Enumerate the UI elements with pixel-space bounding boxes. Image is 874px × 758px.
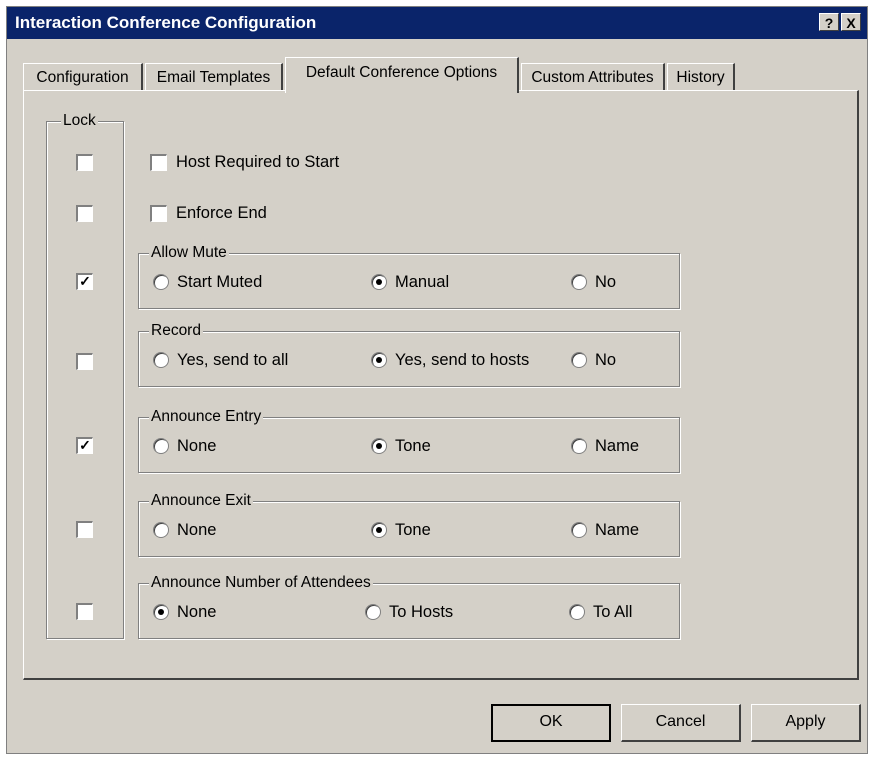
radio-label: To Hosts xyxy=(389,603,454,621)
tab-email-templates[interactable]: Email Templates xyxy=(145,63,283,91)
radio-button[interactable] xyxy=(571,522,587,538)
radio-button[interactable] xyxy=(153,522,169,538)
lock-legend: Lock xyxy=(61,112,98,130)
radio-selected-dot xyxy=(158,609,164,615)
radio-group: Announce Number of Attendees None To Hosts… xyxy=(138,574,680,639)
radio-label: None xyxy=(177,603,217,621)
close-icon[interactable]: X xyxy=(841,13,861,31)
radio-selected-dot xyxy=(376,357,382,363)
radio-label: Tone xyxy=(395,437,431,455)
dialog-window: Interaction Conference Configuration ? X… xyxy=(6,6,868,754)
radio-button[interactable] xyxy=(365,604,381,620)
radio-group: Allow Mute Start Muted Manual No xyxy=(138,244,680,309)
cancel-button[interactable]: Cancel xyxy=(621,704,741,742)
radio-group-legend: Announce Number of Attendees xyxy=(149,574,373,592)
radio-button[interactable] xyxy=(571,274,587,290)
radio-button[interactable] xyxy=(571,438,587,454)
radio-button[interactable] xyxy=(569,604,585,620)
radio-label: Start Muted xyxy=(177,273,263,291)
radio-group-legend: Announce Exit xyxy=(149,492,253,510)
window-title: Interaction Conference Configuration xyxy=(15,13,317,32)
radio-group: Record Yes, send to all Yes, send to hosts… xyxy=(138,322,680,387)
radio-group-legend: Record xyxy=(149,322,203,340)
tab-configuration[interactable]: Configuration xyxy=(23,63,143,91)
tab-panel: Lock ✓ ✓ Host Required to Start Enforce E… xyxy=(23,90,859,680)
radio-button[interactable] xyxy=(153,352,169,368)
radio-label: No xyxy=(595,351,617,369)
apply-button[interactable]: Apply xyxy=(751,704,861,742)
lock-checkbox[interactable] xyxy=(76,353,93,370)
radio-label: None xyxy=(177,437,217,455)
radio-group: Announce Exit None Tone Name xyxy=(138,492,680,557)
radio-group-legend: Announce Entry xyxy=(149,408,264,426)
radio-label: Yes, send to hosts xyxy=(395,351,530,369)
lock-checkbox[interactable] xyxy=(76,521,93,538)
lock-checkbox[interactable] xyxy=(76,154,93,171)
lock-checkbox[interactable] xyxy=(76,205,93,222)
radio-button[interactable] xyxy=(153,438,169,454)
radio-label: None xyxy=(177,521,217,539)
radio-label: Tone xyxy=(395,521,431,539)
radio-button[interactable] xyxy=(571,352,587,368)
lock-group: Lock xyxy=(46,112,124,639)
radio-label: Name xyxy=(595,521,640,539)
radio-button[interactable] xyxy=(153,274,169,290)
ok-button[interactable]: OK xyxy=(491,704,611,742)
radio-label: To All xyxy=(593,603,633,621)
lock-checkbox[interactable]: ✓ xyxy=(76,273,93,290)
radio-button[interactable] xyxy=(371,274,387,290)
radio-button[interactable] xyxy=(371,522,387,538)
radio-selected-dot xyxy=(376,443,382,449)
host-required-label: Host Required to Start xyxy=(176,153,340,171)
help-icon[interactable]: ? xyxy=(819,13,839,31)
lock-checkbox[interactable]: ✓ xyxy=(76,437,93,454)
radio-selected-dot xyxy=(376,527,382,533)
radio-group-legend: Allow Mute xyxy=(149,244,229,262)
tab-custom-attributes[interactable]: Custom Attributes xyxy=(521,63,665,91)
radio-button[interactable] xyxy=(371,438,387,454)
lock-checkbox[interactable] xyxy=(76,603,93,620)
radio-label: Manual xyxy=(395,273,450,291)
tab-default-conference-options[interactable]: Default Conference Options xyxy=(285,57,519,93)
radio-label: Yes, send to all xyxy=(177,351,289,369)
title-bar: Interaction Conference Configuration ? X xyxy=(7,7,867,39)
radio-button[interactable] xyxy=(371,352,387,368)
enforce-end-checkbox[interactable] xyxy=(150,205,167,222)
radio-button[interactable] xyxy=(153,604,169,620)
radio-selected-dot xyxy=(376,279,382,285)
host-required-checkbox[interactable] xyxy=(150,154,167,171)
radio-label: Name xyxy=(595,437,640,455)
radio-group: Announce Entry None Tone Name xyxy=(138,408,680,473)
radio-label: No xyxy=(595,273,617,291)
enforce-end-label: Enforce End xyxy=(176,204,267,222)
tab-history[interactable]: History xyxy=(667,63,735,91)
